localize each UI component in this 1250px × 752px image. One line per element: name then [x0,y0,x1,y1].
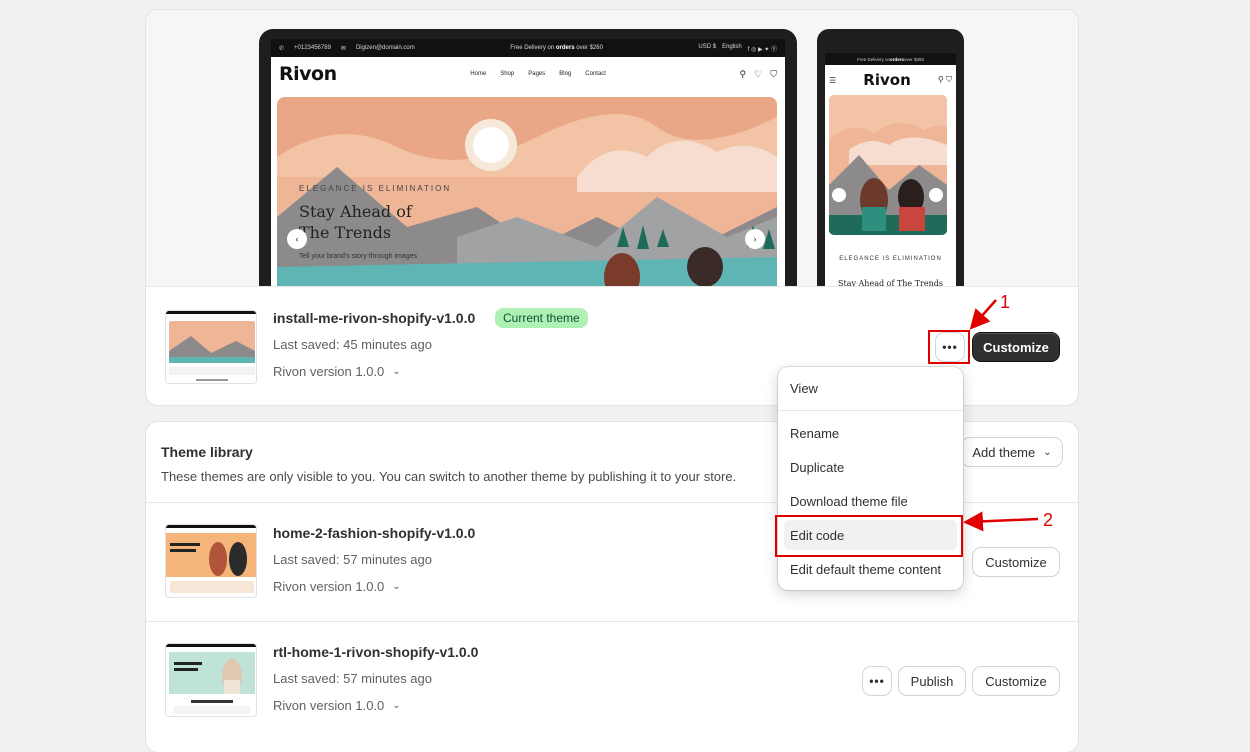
preview-promo: Free Delivery on orders over $260 [510,45,603,51]
mobile-logo: Rivon [863,71,911,89]
current-theme-version-dropdown[interactable]: Rivon version 1.0.0 ⌄ [273,364,401,379]
hero-title: Stay Ahead of The Trends [299,202,412,242]
version-label: Rivon version 1.0.0 [273,364,385,379]
more-actions-button[interactable]: ••• [863,667,891,695]
chevron-down-icon: ⌄ [1043,446,1052,458]
chevron-right-icon: › [745,229,765,249]
promo-bold: orders [555,45,575,51]
current-theme-last-saved: Last saved: 45 minutes ago [273,337,432,352]
preview-currency: USD $ [698,43,717,50]
preview-logo: Rivon [279,63,337,85]
preview-email: Digizen@domain.com [355,44,415,51]
preview-menu-item: Blog [559,71,572,77]
preview-language: English [722,43,742,50]
menu-item-view[interactable]: View [784,373,957,403]
cart-icon: ⛉ [770,68,777,79]
preview-nav-icons: ⚲ ♡ ⛉ [740,69,777,80]
mobile-hero-kicker: ELEGANCE IS ELIMINATION [839,256,942,262]
add-theme-button[interactable]: Add theme ⌄ [962,438,1062,466]
theme-preview-area: ✆ +0123456789 ✉ Digizen@domain.com Free … [146,10,1078,287]
chevron-down-icon: ⌄ [392,581,401,592]
mobile-preview-frame: Free Delivery on orders over $260 ☰ Rivo… [817,29,964,287]
customize-button[interactable]: Customize [973,667,1059,695]
promo-suffix: over $260 [574,45,603,51]
theme-last-saved: Last saved: 57 minutes ago [273,671,432,686]
desktop-preview-frame: ✆ +0123456789 ✉ Digizen@domain.com Free … [259,29,797,286]
thumbnail-image [166,644,256,716]
current-theme-thumbnail [165,310,257,384]
menu-item-duplicate[interactable]: Duplicate [784,452,957,482]
search-icon: ⚲ [739,68,747,79]
promo-prefix: Free Delivery on [510,45,556,51]
publish-button[interactable]: Publish [899,667,965,695]
mobile-hero-illustration [829,95,947,235]
mail-icon: ✉ [340,45,346,52]
theme-version-dropdown[interactable]: Rivon version 1.0.0 ⌄ [273,698,401,713]
divider [146,621,1078,622]
hero-subtitle: Tell your brand's story through images [299,253,418,260]
theme-thumbnail [165,524,257,598]
add-theme-label: Add theme [972,444,1036,460]
menu-item-download-theme-file[interactable]: Download theme file [784,486,957,516]
mobile-nav: ☰ Rivon ⚲ ⛉ [825,65,956,95]
theme-name: home-2-fashion-shopify-v1.0.0 [273,525,476,541]
theme-library-description: These themes are only visible to you. Yo… [161,469,737,484]
chevron-down-icon: ⌄ [392,700,401,711]
preview-menu-item: Pages [528,71,546,77]
menu-item-rename[interactable]: Rename [784,418,957,448]
mobile-topbar: Free Delivery on orders over $260 [825,53,956,65]
version-label: Rivon version 1.0.0 [273,579,385,594]
theme-name: rtl-home-1-rivon-shopify-v1.0.0 [273,644,479,660]
menu-item-edit-default-theme-content[interactable]: Edit default theme content [784,554,957,584]
preview-nav: Rivon Home Shop Pages Blog Contact ⚲ ♡ ⛉ [271,57,785,91]
preview-hero: ELEGANCE IS ELIMINATION Stay Ahead of Th… [277,97,777,286]
wishlist-icon: ♡ [754,68,763,79]
mobile-hero [829,95,947,235]
theme-library-title: Theme library [161,444,253,460]
annotation-step-2: 2 [1043,510,1054,530]
mobile-promo-suffix: over $260 [904,56,925,62]
annotation-highlight-more-button [928,330,970,364]
customize-button[interactable]: Customize [973,333,1059,361]
chevron-down-icon: ⌄ [392,366,401,377]
desktop-preview-screen: ✆ +0123456789 ✉ Digizen@domain.com Free … [271,39,785,286]
preview-menu-item: Shop [500,71,515,77]
preview-menu-item: Contact [585,71,606,77]
social-icons: f ◎ ▶ ✦ ⓟ [747,46,777,53]
mobile-nav-icons: ⚲ ⛉ [937,75,952,84]
mobile-promo-prefix: Free Delivery on [856,56,890,62]
current-theme-badge: Current theme [495,308,588,328]
version-label: Rivon version 1.0.0 [273,698,385,713]
thumbnail-image [166,311,256,383]
thumbnail-image [166,525,256,597]
preview-phone: +0123456789 [294,44,331,51]
menu-divider [778,410,963,411]
annotation-highlight-edit-code [775,515,963,557]
preview-menu-item: Home [470,71,487,77]
hero-kicker: ELEGANCE IS ELIMINATION [299,184,452,193]
annotation-step-1: 1 [1000,292,1011,312]
mobile-promo-bold: orders [889,56,904,62]
theme-version-dropdown[interactable]: Rivon version 1.0.0 ⌄ [273,579,401,594]
preview-menu: Home Shop Pages Blog Contact [470,71,606,77]
theme-last-saved: Last saved: 57 minutes ago [273,552,432,567]
mobile-preview-screen: Free Delivery on orders over $260 ☰ Rivo… [825,53,956,287]
current-theme-name: install-me-rivon-shopify-v1.0.0 [273,310,476,326]
phone-icon: ✆ [279,45,285,52]
hamburger-icon: ☰ [829,75,837,85]
chevron-left-icon: ‹ [287,229,307,249]
mobile-hero-title: Stay Ahead of The Trends [838,279,943,287]
theme-thumbnail [165,643,257,717]
preview-topbar: ✆ +0123456789 ✉ Digizen@domain.com Free … [271,39,785,57]
customize-button[interactable]: Customize [973,548,1059,576]
